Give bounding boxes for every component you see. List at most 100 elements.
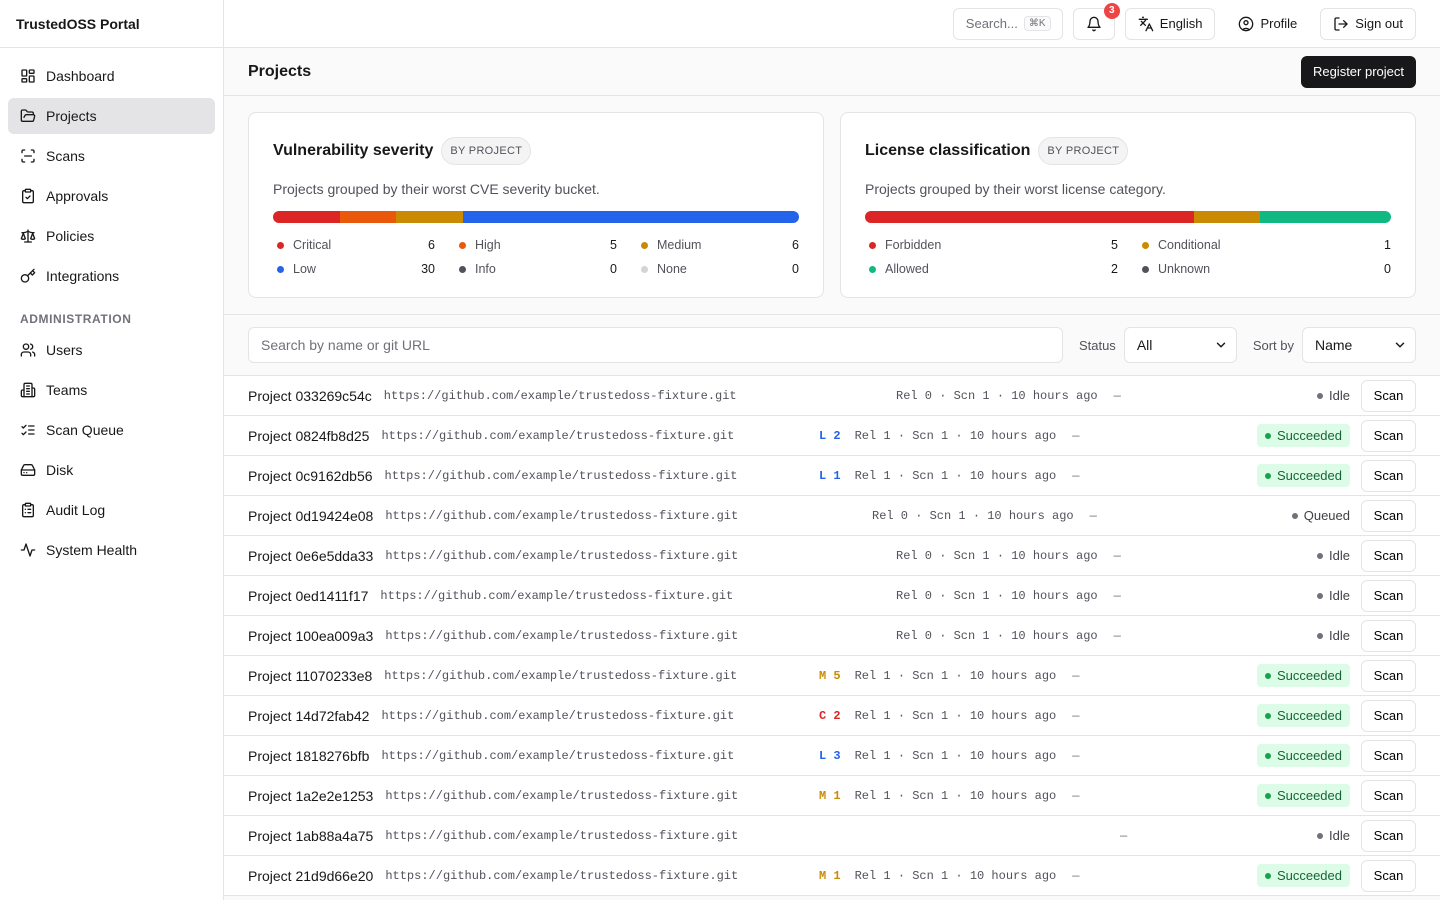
license-legend: Forbidden 5 Conditional 1 Allowed 2 Unknown 0 xyxy=(865,237,1391,277)
sidebar-item-integrations[interactable]: Integrations xyxy=(8,258,215,294)
sidebar-item-dashboard[interactable]: Dashboard xyxy=(8,58,215,94)
bar-segment-medium xyxy=(396,211,464,223)
legend-dot xyxy=(277,265,284,273)
project-scan-meta: Rel 0 · Scn 1 · 10 hours ago xyxy=(896,388,1098,403)
scan-button[interactable]: Scan xyxy=(1361,619,1416,652)
dashboard-icon xyxy=(21,69,35,83)
sidebar-item-system-health[interactable]: System Health xyxy=(8,532,215,568)
project-name[interactable]: Project 0ed1411f17 xyxy=(248,588,368,604)
scan-button[interactable]: Scan xyxy=(1361,419,1416,452)
sort-value: Name xyxy=(1315,337,1353,353)
project-name[interactable]: Project 0e6e5dda33 xyxy=(248,548,373,564)
language-button[interactable]: English xyxy=(1124,7,1216,40)
profile-button[interactable]: Profile xyxy=(1225,7,1311,40)
scan-button[interactable]: Scan xyxy=(1361,699,1416,732)
legend-label: Critical xyxy=(293,238,332,252)
sidebar-item-label: Scans xyxy=(46,148,85,164)
admin-section-label: ADMINISTRATION xyxy=(20,312,132,326)
project-extra: — xyxy=(1113,628,1121,643)
table-row[interactable]: Project 21d9d66e20 https://github.com/exa… xyxy=(224,856,1440,896)
scan-button[interactable]: Scan xyxy=(1361,659,1416,692)
table-row[interactable]: Project 0c9162db56 https://github.com/exa… xyxy=(224,456,1440,496)
project-extra: — xyxy=(1072,788,1080,803)
status-label: Idle xyxy=(1329,828,1350,843)
sidebar-item-audit-log[interactable]: Audit Log xyxy=(8,492,215,528)
severity-badge: L 1 xyxy=(819,468,841,483)
sidebar-item-label: Audit Log xyxy=(46,502,106,518)
severity-badge: L 3 xyxy=(819,748,841,763)
sidebar-item-disk[interactable]: Disk xyxy=(8,452,215,488)
sidebar-item-scans[interactable]: Scans xyxy=(8,138,215,174)
table-row[interactable]: Project 0e6e5dda33 https://github.com/exa… xyxy=(224,536,1440,576)
scan-button[interactable]: Scan xyxy=(1361,499,1416,532)
scan-button[interactable]: Scan xyxy=(1361,739,1416,772)
status-label: Succeeded xyxy=(1276,788,1342,803)
scan-button[interactable]: Scan xyxy=(1361,459,1416,492)
scan-button[interactable]: Scan xyxy=(1361,819,1416,852)
sort-select[interactable]: Name xyxy=(1302,327,1416,363)
topbar: Search... ⌘K 3 English Profile Sign out xyxy=(224,0,1440,48)
sidebar-item-label: Dashboard xyxy=(46,68,115,84)
project-name[interactable]: Project 0c9162db56 xyxy=(248,468,373,484)
scan-button[interactable]: Scan xyxy=(1361,539,1416,572)
table-row[interactable]: Project 14d72fab42 https://github.com/exa… xyxy=(224,696,1440,736)
status-badge: Succeeded xyxy=(1256,864,1350,887)
summary-cards: Vulnerability severity BY PROJECT Projec… xyxy=(248,112,1416,298)
register-project-button[interactable]: Register project xyxy=(1300,55,1416,88)
scan-button[interactable]: Scan xyxy=(1361,779,1416,812)
status-badge: Idle xyxy=(1317,388,1350,403)
project-name[interactable]: Project 033269c54c xyxy=(248,388,372,404)
status-filter-select[interactable]: All xyxy=(1123,327,1237,363)
notifications-button[interactable]: 3 xyxy=(1072,2,1120,40)
project-name[interactable]: Project 1818276bfb xyxy=(248,748,369,764)
project-filters: Status All Sort by Name xyxy=(224,314,1440,376)
sidebar-item-teams[interactable]: Teams xyxy=(8,372,215,408)
scan-button[interactable]: Scan xyxy=(1361,859,1416,892)
global-search-button[interactable]: Search... ⌘K xyxy=(952,7,1063,40)
project-name[interactable]: Project 0824fb8d25 xyxy=(248,428,369,444)
project-extra: — xyxy=(1072,868,1080,883)
sign-out-label: Sign out xyxy=(1355,16,1403,31)
sidebar-item-scan-queue[interactable]: Scan Queue xyxy=(8,412,215,448)
project-git-url: https://github.com/example/trustedoss-fi… xyxy=(383,388,737,403)
project-meta: L 3 Rel 1 · Scn 1 · 10 hours ago — xyxy=(819,749,1079,763)
app-title: TrustedOSS Portal xyxy=(0,0,223,48)
table-row[interactable]: Project 0d19424e08 https://github.com/exa… xyxy=(224,496,1440,536)
project-name[interactable]: Project 11070233e8 xyxy=(248,668,372,684)
translate-icon xyxy=(1138,16,1154,31)
table-row[interactable]: Project 0ed1411f17 https://github.com/exa… xyxy=(224,576,1440,616)
sidebar-item-users[interactable]: Users xyxy=(8,332,215,368)
legend-dot xyxy=(1142,241,1149,249)
status-dot xyxy=(1264,712,1271,719)
legend-item-critical: Critical 6 xyxy=(273,237,435,253)
scan-button[interactable]: Scan xyxy=(1361,379,1416,412)
sidebar-item-label: Teams xyxy=(46,382,88,398)
table-row[interactable]: Project 1ab88a4a75 https://github.com/exa… xyxy=(224,816,1440,856)
table-row[interactable]: Project 0824fb8d25 https://github.com/exa… xyxy=(224,416,1440,456)
legend-item-info: Info 0 xyxy=(455,261,617,277)
table-row[interactable]: Project 100ea009a3 https://github.com/exa… xyxy=(224,616,1440,656)
project-name[interactable]: Project 0d19424e08 xyxy=(248,508,373,524)
project-meta: L 1 Rel 1 · Scn 1 · 10 hours ago — xyxy=(819,469,1079,483)
legend-value: 5 xyxy=(1111,238,1118,252)
sign-out-button[interactable]: Sign out xyxy=(1320,7,1416,40)
project-meta: C 2 Rel 1 · Scn 1 · 10 hours ago — xyxy=(819,709,1079,723)
table-row[interactable]: Project 11070233e8 https://github.com/exa… xyxy=(224,656,1440,696)
project-scan-meta: Rel 0 · Scn 1 · 10 hours ago xyxy=(896,548,1098,563)
project-name[interactable]: Project 1ab88a4a75 xyxy=(248,828,373,844)
table-row[interactable]: Project 033269c54c https://github.com/exa… xyxy=(224,376,1440,416)
project-name[interactable]: Project 21d9d66e20 xyxy=(248,868,373,884)
sidebar-item-projects[interactable]: Projects xyxy=(8,98,215,134)
bar-segment-conditional xyxy=(1193,211,1260,223)
project-search-input[interactable] xyxy=(248,327,1063,363)
project-name[interactable]: Project 1a2e2e1253 xyxy=(248,788,373,804)
table-row[interactable]: Project 1a2e2e1253 https://github.com/exa… xyxy=(224,776,1440,816)
legend-dot xyxy=(277,241,284,249)
project-name[interactable]: Project 14d72fab42 xyxy=(248,708,369,724)
table-row[interactable]: Project 1818276bfb https://github.com/exa… xyxy=(224,736,1440,776)
sidebar-item-policies[interactable]: Policies xyxy=(8,218,215,254)
status-dot xyxy=(1317,832,1324,839)
project-name[interactable]: Project 100ea009a3 xyxy=(248,628,373,644)
scan-button[interactable]: Scan xyxy=(1361,579,1416,612)
sidebar-item-approvals[interactable]: Approvals xyxy=(8,178,215,214)
